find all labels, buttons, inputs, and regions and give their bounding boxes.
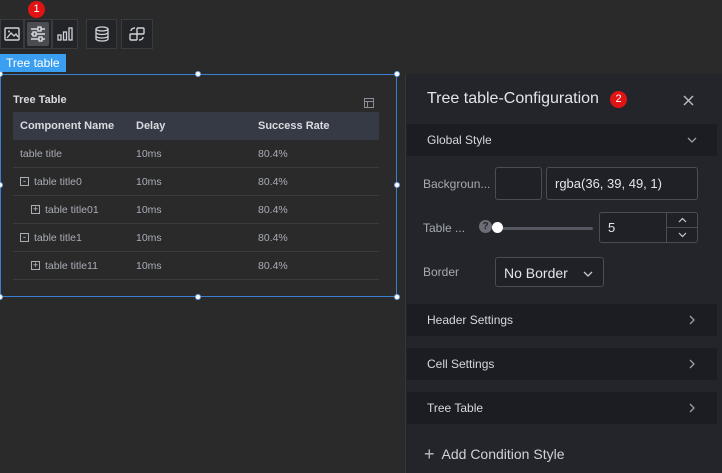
tree-table: Component Name Delay Success Rate table … [13, 112, 379, 280]
stepper-down[interactable] [667, 228, 697, 243]
background-label: Backgroun... [423, 177, 491, 191]
slider-track[interactable] [499, 227, 593, 230]
table-row: table title 10ms 80.4% [13, 140, 379, 168]
bar-chart-icon [57, 27, 73, 41]
slider-handle[interactable] [492, 222, 503, 233]
row-name: table title01 [45, 203, 99, 216]
plus-icon: + [424, 444, 435, 464]
section-label: Global Style [427, 133, 492, 147]
expand-icon[interactable]: + [31, 261, 40, 270]
interaction-button[interactable] [121, 19, 153, 49]
widget-label: Tree table [0, 54, 66, 72]
row-rate: 80.4% [258, 147, 288, 160]
resize-handle-b[interactable] [195, 294, 201, 300]
table-row: - table title1 10ms 80.4% [13, 224, 379, 252]
add-condition-style-button[interactable]: + Add Condition Style [424, 444, 565, 464]
step-badge-2: 2 [610, 91, 627, 108]
border-select[interactable]: No Border [495, 257, 604, 287]
configuration-panel: Tree table-Configuration 2 Global Style … [405, 74, 722, 473]
section-label: Cell Settings [427, 357, 495, 371]
data-source-button[interactable] [86, 19, 117, 49]
row-name: table title0 [34, 175, 82, 188]
chart-tool-button[interactable] [52, 19, 78, 49]
row-delay: 10ms [136, 259, 162, 272]
row-name: table title11 [45, 259, 98, 272]
step-badge-1: 1 [28, 1, 45, 18]
resize-handle-br[interactable] [394, 294, 400, 300]
row-rate: 80.4% [258, 259, 288, 272]
section-label: Header Settings [427, 313, 514, 327]
column-header-name: Component Name [20, 120, 115, 132]
column-header-delay: Delay [136, 120, 166, 132]
section-label: Tree Table [427, 401, 484, 415]
stepper-up[interactable] [667, 213, 697, 228]
collapse-icon[interactable]: - [20, 233, 29, 242]
table-number-value: 5 [608, 220, 616, 235]
style-config-button[interactable] [24, 19, 52, 49]
swap-icon [128, 26, 146, 42]
section-header-settings[interactable]: Header Settings [407, 304, 717, 336]
export-icon[interactable] [364, 95, 374, 113]
tree-table-title: Tree Table [13, 94, 67, 106]
row-delay: 10ms [136, 203, 162, 216]
collapse-icon[interactable]: - [20, 177, 29, 186]
panel-title: Tree table-Configuration [427, 90, 599, 107]
sliders-icon [30, 26, 46, 42]
chevron-right-icon [686, 401, 698, 419]
chevron-down-icon [686, 133, 698, 151]
row-name: table title1 [34, 231, 82, 244]
help-icon[interactable]: ? [479, 220, 492, 233]
border-label: Border [423, 265, 460, 279]
section-global-style[interactable]: Global Style [407, 124, 717, 156]
row-delay: 10ms [136, 175, 162, 188]
row-rate: 80.4% [258, 175, 288, 188]
chevron-right-icon [686, 357, 698, 375]
table-option-label: Table ... [423, 221, 466, 235]
add-condition-label: Add Condition Style [441, 446, 565, 462]
section-tree-table[interactable]: Tree Table [407, 392, 717, 424]
table-number-input[interactable]: 5 [599, 212, 698, 243]
image-tool-button[interactable] [0, 19, 24, 49]
column-header-rate: Success Rate [258, 120, 330, 132]
expand-icon[interactable]: + [31, 205, 40, 214]
resize-handle-bl[interactable] [0, 294, 3, 300]
image-icon [4, 27, 20, 41]
table-row: + table title01 10ms 80.4% [13, 196, 379, 224]
border-select-value: No Border [504, 265, 568, 281]
close-icon[interactable] [683, 93, 694, 111]
row-name: table title [20, 147, 63, 160]
chevron-right-icon [686, 313, 698, 331]
chevron-down-icon [582, 267, 594, 285]
background-color-swatch[interactable] [495, 167, 542, 200]
background-color-input[interactable]: rgba(36, 39, 49, 1) [546, 167, 698, 200]
resize-handle-t[interactable] [195, 71, 201, 77]
number-stepper [666, 213, 697, 242]
table-row: - table title0 10ms 80.4% [13, 168, 379, 196]
resize-handle-tr[interactable] [394, 71, 400, 77]
row-rate: 80.4% [258, 203, 288, 216]
row-rate: 80.4% [258, 231, 288, 244]
resize-handle-r[interactable] [394, 182, 400, 188]
table-header: Component Name Delay Success Rate [13, 112, 379, 140]
row-delay: 10ms [136, 231, 162, 244]
database-icon [94, 26, 110, 42]
table-row: + table title11 10ms 80.4% [13, 252, 379, 280]
section-cell-settings[interactable]: Cell Settings [407, 348, 717, 380]
row-delay: 10ms [136, 147, 162, 160]
